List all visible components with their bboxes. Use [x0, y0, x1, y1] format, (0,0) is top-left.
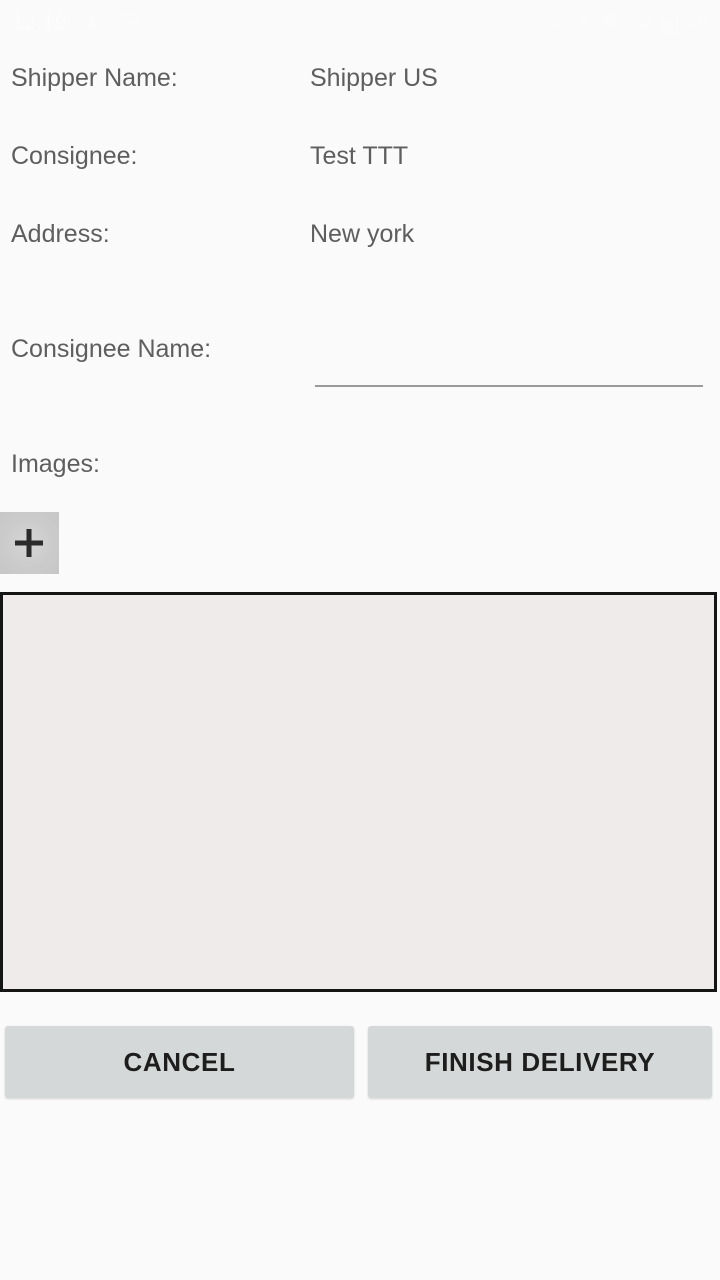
address-row: Address: New york	[0, 219, 720, 249]
screenshot-icon	[117, 11, 141, 33]
finish-delivery-button[interactable]: FINISH DELIVERY	[368, 1026, 712, 1098]
status-bar-right: 46	[543, 10, 708, 34]
consignee-name-input[interactable]	[315, 349, 703, 387]
consignee-row: Consignee: Test TTT	[0, 141, 720, 171]
consignee-value: Test TTT	[310, 141, 409, 170]
cellular-signal-icon	[632, 12, 654, 32]
add-image-button[interactable]	[0, 512, 59, 574]
cancel-button[interactable]: CANCEL	[5, 1026, 354, 1098]
volume-mute-icon	[543, 11, 567, 33]
shipper-name-label: Shipper Name:	[11, 63, 178, 92]
images-label: Images:	[11, 450, 100, 478]
shipper-name-value: Shipper US	[310, 63, 438, 92]
address-value: New york	[310, 219, 415, 248]
battery-icon	[662, 10, 678, 34]
bluetooth-icon	[576, 11, 590, 33]
notification-icon	[81, 11, 103, 33]
signature-pad[interactable]	[0, 592, 717, 992]
status-bar: 12:19 46	[0, 0, 720, 44]
address-label: Address:	[11, 219, 110, 248]
consignee-name-label: Consignee Name:	[11, 335, 212, 363]
wifi-icon	[599, 12, 623, 32]
consignee-name-row: Consignee Name:	[0, 335, 720, 395]
shipper-name-row: Shipper Name: Shipper US	[0, 63, 720, 93]
plus-icon	[12, 526, 46, 560]
consignee-label: Consignee:	[11, 141, 138, 170]
status-bar-clock: 12:19	[12, 10, 68, 34]
status-bar-left: 12:19	[12, 11, 141, 33]
action-bar: CANCEL FINISH DELIVERY	[0, 1026, 720, 1098]
battery-percentage-label: 46	[686, 11, 708, 33]
